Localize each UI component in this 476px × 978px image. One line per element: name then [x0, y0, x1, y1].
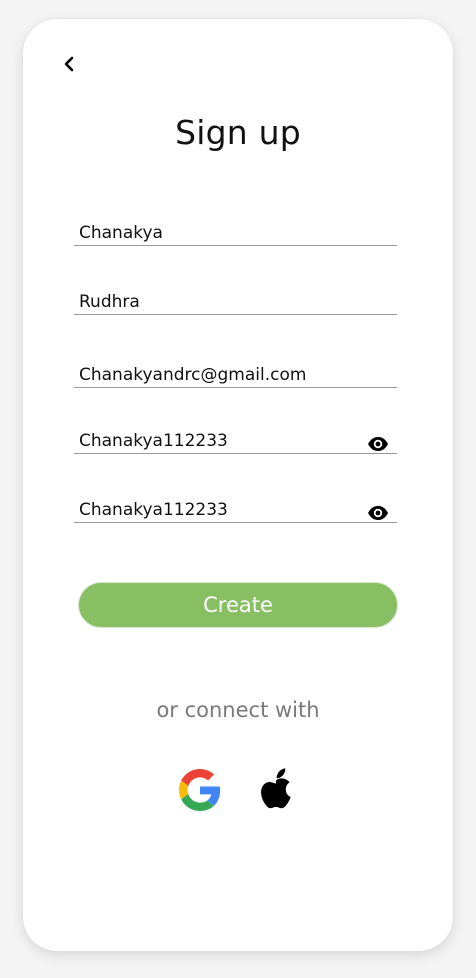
password-field: [74, 427, 397, 454]
confirm-password-field: [74, 496, 397, 523]
password-input[interactable]: [79, 430, 359, 452]
apple-signin-button[interactable]: [254, 767, 298, 813]
signup-card: Sign up Create or connect with: [23, 19, 453, 951]
first-name-field: [74, 219, 397, 246]
connect-with-label: or connect with: [156, 698, 320, 722]
google-icon: [179, 769, 221, 811]
last-name-field: [74, 288, 397, 315]
confirm-password-visibility-toggle[interactable]: [367, 504, 389, 522]
last-name-input[interactable]: [79, 291, 359, 313]
back-button[interactable]: [59, 53, 79, 75]
chevron-left-icon: [64, 56, 74, 72]
page-title: Sign up: [175, 113, 301, 152]
apple-icon: [261, 768, 291, 809]
google-signin-button[interactable]: [178, 767, 222, 813]
eye-icon: [368, 506, 388, 520]
eye-icon: [368, 437, 388, 451]
create-button[interactable]: Create: [78, 582, 398, 628]
email-field: [74, 361, 397, 388]
confirm-password-input[interactable]: [79, 499, 359, 521]
email-input[interactable]: [79, 364, 359, 386]
first-name-input[interactable]: [79, 222, 359, 244]
password-visibility-toggle[interactable]: [367, 435, 389, 453]
